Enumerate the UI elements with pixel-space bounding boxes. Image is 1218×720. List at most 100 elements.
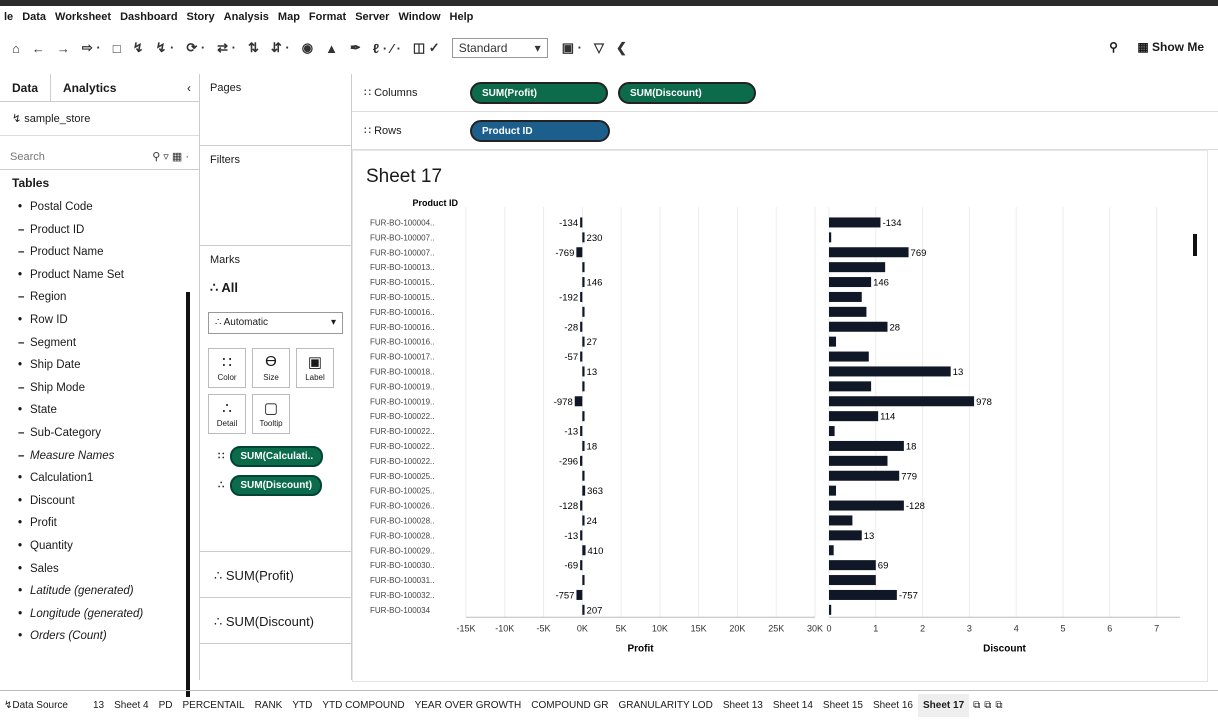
menu-item-story[interactable]: Story	[187, 11, 215, 23]
menu-item-server[interactable]: Server	[355, 11, 389, 23]
marks-all-tab[interactable]: ∴ All	[200, 274, 351, 302]
field-item[interactable]: • Profit	[18, 512, 199, 535]
field-item[interactable]: • Ship Date	[18, 354, 199, 377]
collapse-pane-icon[interactable]: ‹	[175, 74, 199, 101]
data-source-tab[interactable]: ↯Data Source	[0, 700, 88, 711]
tooltip-mark-button[interactable]: ▢ Tooltip	[252, 394, 290, 434]
field-item[interactable]: • Sales	[18, 558, 199, 581]
columns-pill-profit[interactable]: SUM(Profit)	[470, 81, 608, 104]
field-item[interactable]: – Region	[18, 286, 199, 309]
field-item[interactable]: • Longitude (generated)	[18, 603, 199, 626]
share-icon[interactable]: ❮	[616, 40, 627, 56]
menu-item-le[interactable]: le	[4, 11, 13, 23]
new-datasource-icon[interactable]: ↯	[133, 40, 144, 56]
rows-shelf[interactable]: ∷ Rows Product ID	[352, 112, 1218, 150]
field-item[interactable]: – Sub-Category	[18, 422, 199, 445]
group-icon[interactable]: ◉	[302, 40, 313, 56]
data-pane-scrollbar[interactable]	[186, 292, 190, 697]
field-item[interactable]: • Product Name Set	[18, 264, 199, 287]
mark-pill-calculation[interactable]: SUM(Calculati..	[230, 446, 324, 467]
label-icon[interactable]: ▲	[325, 41, 338, 56]
field-item[interactable]: – Segment	[18, 332, 199, 355]
sheet-tab[interactable]: Sheet 16	[868, 700, 918, 711]
new-worksheet-icon[interactable]: ↯ ·	[155, 40, 174, 56]
field-item[interactable]: • Discount	[18, 490, 199, 513]
columns-shelf[interactable]: ∷ Columns SUM(Profit) SUM(Discount)	[352, 74, 1218, 112]
menu-item-dashboard[interactable]: Dashboard	[120, 11, 177, 23]
field-item[interactable]: • Row ID	[18, 309, 199, 332]
sheet-tab[interactable]: Sheet 15	[818, 700, 868, 711]
fit-icon[interactable]: ℓ · ⁄ ·	[373, 41, 401, 56]
measure-card-profit[interactable]: ∴ SUM(Profit)	[200, 552, 351, 598]
mark-type-select[interactable]: ∴ Automatic ▾	[208, 312, 343, 334]
datasource-row[interactable]: ↯ sample_store	[0, 102, 199, 136]
menu-item-worksheet[interactable]: Worksheet	[55, 11, 111, 23]
color-mark-button[interactable]: ∷ Color	[208, 348, 246, 388]
field-item[interactable]: • Latitude (generated)	[18, 580, 199, 603]
menu-item-window[interactable]: Window	[398, 11, 440, 23]
fit-select[interactable]: Standard ▾	[451, 38, 548, 58]
presentation-icon[interactable]: ◫ ✓	[413, 40, 440, 56]
tableau-logo-icon[interactable]: ⌂	[12, 41, 20, 56]
field-item[interactable]: • Quantity	[18, 535, 199, 558]
field-item[interactable]: – Product ID	[18, 219, 199, 242]
sheet-tab[interactable]: COMPOUND GR	[526, 700, 613, 711]
sheet-tab[interactable]: RANK	[250, 700, 288, 711]
sheet-tab[interactable]: Sheet 14	[768, 700, 818, 711]
menu-item-format[interactable]: Format	[309, 11, 346, 23]
menu-item-analysis[interactable]: Analysis	[224, 11, 269, 23]
save-icon[interactable]: □	[113, 41, 121, 56]
swap-icon[interactable]: ⇄ ·	[217, 40, 236, 56]
sort-desc-icon[interactable]: ⇵ ·	[271, 40, 290, 56]
detail-mark-button[interactable]: ∴ Detail	[208, 394, 246, 434]
new-story-icon[interactable]: ⧉	[995, 700, 1002, 711]
redo-icon[interactable]: →	[57, 41, 70, 56]
sheet-tab[interactable]: YEAR OVER GROWTH	[410, 700, 527, 711]
refresh-icon[interactable]: ⟳ ·	[186, 40, 205, 56]
pin-icon[interactable]: ⚲	[1109, 40, 1118, 54]
sort-asc-icon[interactable]: ⇅	[248, 40, 259, 56]
mark-pill-discount[interactable]: SUM(Discount)	[230, 475, 323, 496]
field-item[interactable]: • State	[18, 399, 199, 422]
field-item[interactable]: • Postal Code	[18, 196, 199, 219]
menu-item-help[interactable]: Help	[450, 11, 474, 23]
size-mark-button[interactable]: ϴ Size	[252, 348, 290, 388]
sheet-tab[interactable]: Sheet 17	[918, 694, 970, 717]
show-me-button[interactable]: ▦ Show Me	[1137, 40, 1204, 54]
field-search[interactable]: Search ⚲ ▿ ▦ ·	[0, 144, 199, 170]
pages-shelf[interactable]: Pages	[200, 74, 351, 146]
search-input[interactable]: Search	[10, 151, 45, 163]
label-mark-button[interactable]: ▣ Label	[296, 348, 334, 388]
sheet-tab[interactable]: 13	[88, 700, 109, 711]
highlight-icon[interactable]: ✒	[350, 40, 361, 56]
filter-options-icon[interactable]: ⚲ ▿ ▦ ·	[152, 150, 189, 163]
redo2-icon[interactable]: ⇨ ·	[82, 40, 101, 56]
rows-pill-product-id[interactable]: Product ID	[470, 119, 610, 142]
tab-analytics[interactable]: Analytics	[51, 74, 128, 101]
sheet-tab[interactable]: Sheet 4	[109, 700, 153, 711]
tab-data[interactable]: Data	[0, 74, 52, 101]
columns-pill-discount[interactable]: SUM(Discount)	[618, 81, 756, 104]
sheet-tab[interactable]: GRANULARITY LOD	[614, 700, 718, 711]
sheet-tab[interactable]: PD	[154, 700, 178, 711]
device-preview-icon[interactable]: ▣ ·	[562, 40, 582, 56]
field-item[interactable]: – Product Name	[18, 241, 199, 264]
tooltip-toggle-icon[interactable]: ▽	[594, 40, 604, 56]
viz-scrollbar[interactable]	[1193, 234, 1197, 256]
undo-icon[interactable]: ←	[32, 41, 45, 56]
menu-item-data[interactable]: Data	[22, 11, 46, 23]
measure-card-discount[interactable]: ∴ SUM(Discount)	[200, 598, 351, 644]
menu-item-map[interactable]: Map	[278, 11, 300, 23]
datasource-icon: ↯	[12, 113, 25, 125]
sheet-tab[interactable]: Sheet 13	[718, 700, 768, 711]
field-item[interactable]: • Orders (Count)	[18, 625, 199, 648]
filters-shelf[interactable]: Filters	[200, 146, 351, 246]
sheet-tab[interactable]: PERCENTAIL	[178, 700, 250, 711]
field-item[interactable]: – Measure Names	[18, 445, 199, 468]
new-sheet-icon[interactable]: ⧉	[973, 700, 980, 711]
sheet-tab[interactable]: YTD COMPOUND	[317, 700, 409, 711]
new-dashboard-icon[interactable]: ⧉	[984, 700, 991, 711]
sheet-tab[interactable]: YTD	[287, 700, 317, 711]
field-item[interactable]: • Calculation1	[18, 467, 199, 490]
field-item[interactable]: – Ship Mode	[18, 377, 199, 400]
